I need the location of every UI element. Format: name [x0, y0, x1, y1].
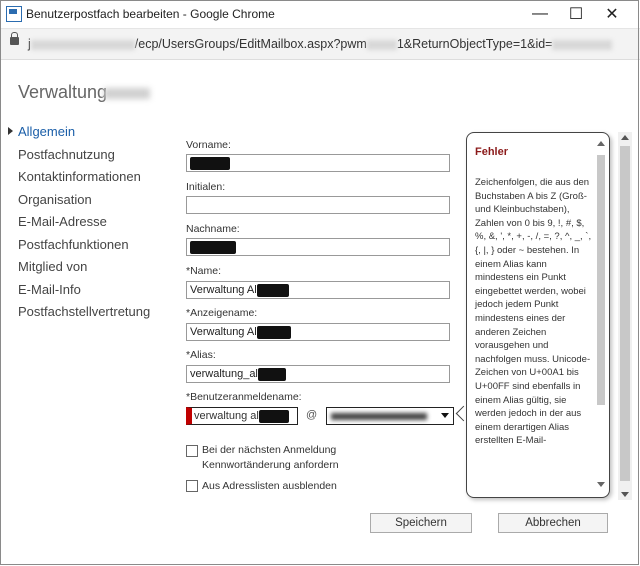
at-sign: @: [306, 409, 318, 421]
page-title: Verwaltung: [18, 82, 107, 103]
nav-item-email-info[interactable]: E-Mail-Info: [18, 282, 81, 297]
domain-redaction: [331, 413, 427, 420]
benutzeranmeldename-redaction: [258, 409, 289, 423]
error-tooltip-title: Fehler: [475, 146, 509, 158]
nav-item-kontaktinformationen[interactable]: Kontaktinformationen: [18, 169, 141, 184]
password-change-checkbox[interactable]: [186, 445, 198, 457]
scrollbar-thumb[interactable]: [620, 146, 630, 481]
close-icon[interactable]: ✕: [592, 0, 632, 28]
hide-from-address-lists-label: Aus Adresslisten ausblenden: [202, 480, 337, 492]
nav-item-postfachfunktionen[interactable]: Postfachfunktionen: [18, 237, 129, 252]
domain-select[interactable]: [326, 407, 454, 425]
hide-from-address-lists-checkbox[interactable]: [186, 480, 198, 492]
nav-selected-arrow-icon: [8, 127, 13, 135]
benutzeranmeldename-value: verwaltung al: [194, 410, 259, 422]
url-redaction: [366, 39, 397, 50]
nav-item-mitglied-von[interactable]: Mitglied von: [18, 259, 87, 274]
error-tooltip-body: Zeichenfolgen, die aus den Buchstaben A …: [475, 177, 592, 447]
nav-item-organisation[interactable]: Organisation: [18, 192, 92, 207]
scroll-down-icon[interactable]: [621, 492, 629, 497]
password-change-label: Bei der nächsten Anmeldung Kennwortänder…: [202, 443, 339, 473]
anzeigename-redaction: [256, 325, 291, 339]
nachname-field[interactable]: [186, 238, 450, 256]
url-redaction: [30, 39, 135, 50]
password-change-label-line2: Kennwortänderung anfordern: [202, 459, 339, 471]
nachname-label: Nachname:: [186, 223, 240, 235]
address-bar[interactable]: j/ecp/UsersGroups/EditMailbox.aspx?pwm 1&…: [0, 29, 640, 60]
url-query: 1&ReturnObjectType=1&id=: [396, 37, 553, 51]
initialen-label: Initialen:: [186, 181, 226, 193]
name-value: Verwaltung Al: [190, 284, 257, 296]
benutzeranmeldename-field[interactable]: verwaltung al: [186, 407, 298, 425]
alias-value: verwaltung_al: [190, 368, 258, 380]
anzeigename-label: *Anzeigename:: [186, 307, 258, 319]
url-path: /ecp/UsersGroups/EditMailbox.aspx?pwm: [134, 37, 367, 51]
name-label: *Name:: [186, 265, 222, 277]
error-tooltip: Fehler Zeichenfolgen, die aus den Buchst…: [466, 132, 610, 498]
cancel-button[interactable]: Abbrechen: [498, 513, 608, 533]
url-text[interactable]: j/ecp/UsersGroups/EditMailbox.aspx?pwm 1&…: [28, 37, 613, 51]
name-field[interactable]: Verwaltung Al: [186, 281, 450, 299]
anzeigename-field[interactable]: Verwaltung Al: [186, 323, 450, 341]
lock-icon: [10, 32, 19, 45]
nachname-redaction: [190, 240, 236, 254]
nav-item-email-adresse[interactable]: E-Mail-Adresse: [18, 214, 107, 229]
scroll-up-icon[interactable]: [621, 135, 629, 140]
alias-label: *Alias:: [186, 349, 216, 361]
window-title: Benutzerpostfach bearbeiten - Google Chr…: [26, 7, 275, 21]
initialen-field[interactable]: [186, 196, 450, 214]
scroll-up-icon[interactable]: [597, 141, 605, 146]
alias-redaction: [257, 367, 286, 381]
benutzeranmeldename-label: *Benutzeranmeldename:: [186, 391, 302, 403]
minimize-icon[interactable]: —: [520, 0, 560, 28]
scroll-down-icon[interactable]: [597, 482, 605, 487]
vorname-field[interactable]: [186, 154, 450, 172]
alias-field[interactable]: verwaltung_al: [186, 365, 450, 383]
mailbox-window-icon: [6, 6, 22, 22]
name-redaction: [256, 283, 289, 297]
title-redaction: [104, 88, 150, 99]
password-change-label-line1: Bei der nächsten Anmeldung: [202, 444, 337, 456]
chevron-down-icon: [441, 413, 449, 418]
page-scrollbar[interactable]: [618, 132, 632, 500]
vorname-label: Vorname:: [186, 139, 231, 151]
save-button[interactable]: Speichern: [370, 513, 472, 533]
tooltip-scrollbar-thumb[interactable]: [597, 155, 605, 405]
nav-item-allgemein[interactable]: Allgemein: [18, 124, 75, 139]
title-bar: Benutzerpostfach bearbeiten - Google Chr…: [0, 0, 640, 29]
tooltip-scrollbar[interactable]: [596, 141, 606, 487]
vorname-redaction: [190, 156, 230, 170]
nav-item-postfachnutzung[interactable]: Postfachnutzung: [18, 147, 115, 162]
anzeigename-value: Verwaltung Al: [190, 326, 257, 338]
maximize-icon[interactable]: ☐: [556, 0, 596, 28]
url-redaction: [552, 39, 613, 50]
page-title-text: Verwaltung: [18, 82, 108, 102]
nav-item-postfachstellvertretung[interactable]: Postfachstellvertretung: [18, 304, 150, 319]
